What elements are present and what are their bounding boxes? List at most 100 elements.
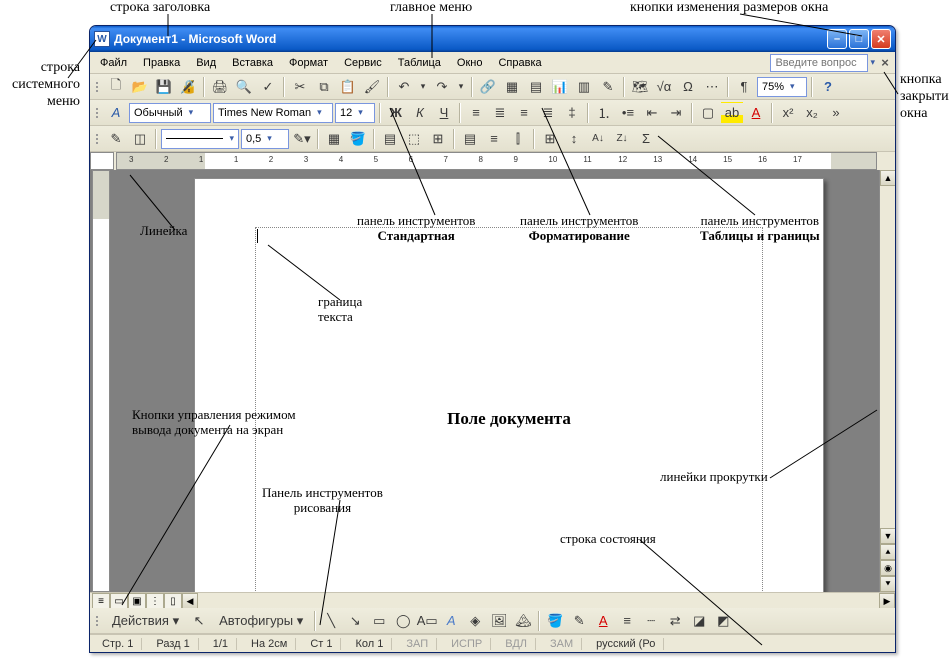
spellcheck-icon[interactable]: ✓ — [257, 76, 279, 98]
menu-window[interactable]: Окно — [449, 55, 491, 71]
bold-icon[interactable]: Ж — [385, 102, 407, 124]
outline-view-button[interactable]: ⋮ — [146, 593, 164, 609]
numbering-icon[interactable]: ⒈ — [593, 102, 615, 124]
toolbar-grip-icon[interactable] — [94, 610, 100, 632]
drawing-icon[interactable]: ✎ — [597, 76, 619, 98]
status-ovr[interactable]: ЗАМ — [542, 638, 582, 650]
status-language[interactable]: русский (Ро — [588, 638, 664, 650]
style-combo[interactable]: Обычный▾ — [129, 103, 211, 123]
print-preview-icon[interactable]: 🔍 — [233, 76, 255, 98]
arrow-icon[interactable]: ↘ — [344, 610, 366, 632]
autoshapes-menu[interactable]: Автофигуры ▾ — [212, 610, 310, 632]
insert-symbol-icon[interactable]: Ω — [677, 76, 699, 98]
scroll-track[interactable] — [880, 186, 895, 528]
menu-insert[interactable]: Вставка — [224, 55, 281, 71]
hscroll-track[interactable] — [198, 593, 879, 608]
split-cells-icon[interactable]: ⊞ — [427, 128, 449, 150]
columns-icon[interactable]: ▥ — [573, 76, 595, 98]
show-all-icon[interactable]: ⋯ — [701, 76, 723, 98]
subscript-icon[interactable]: x₂ — [801, 102, 823, 124]
scroll-down-icon[interactable]: ▼ — [880, 528, 896, 544]
redo-dropdown-icon[interactable]: ▾ — [455, 76, 467, 98]
status-ext[interactable]: ВДЛ — [497, 638, 536, 650]
line-style-icon[interactable]: ≡ — [616, 610, 638, 632]
save-icon[interactable]: 💾 — [153, 76, 175, 98]
outside-border-icon[interactable]: ▢ — [697, 102, 719, 124]
menu-format[interactable]: Формат — [281, 55, 336, 71]
more-buttons-icon[interactable]: » — [825, 102, 847, 124]
dash-style-icon[interactable]: ┈ — [640, 610, 662, 632]
menu-edit[interactable]: Правка — [135, 55, 188, 71]
document-map-icon[interactable]: 🗺 — [629, 76, 651, 98]
shadow-style-icon[interactable]: ◪ — [688, 610, 710, 632]
font-combo[interactable]: Times New Roman▾ — [213, 103, 333, 123]
decrease-indent-icon[interactable]: ⇤ — [641, 102, 663, 124]
excel-icon[interactable]: 📊 — [549, 76, 571, 98]
horizontal-scrollbar[interactable]: ◀ ▶ — [182, 593, 895, 608]
toolbar-grip-icon[interactable] — [94, 76, 100, 98]
bullets-icon[interactable]: •≡ — [617, 102, 639, 124]
fill-color-icon[interactable]: 🪣 — [544, 610, 566, 632]
draw-actions-menu[interactable]: Действия ▾ — [105, 610, 186, 632]
sort-desc-icon[interactable]: Z↓ — [611, 128, 633, 150]
wordart-icon[interactable]: A — [440, 610, 462, 632]
scroll-right-icon[interactable]: ▶ — [879, 593, 895, 609]
sort-asc-icon[interactable]: A↓ — [587, 128, 609, 150]
document-close-button[interactable]: × — [877, 55, 893, 71]
new-doc-icon[interactable]: 🗋 — [105, 76, 127, 98]
web-layout-view-button[interactable]: ▭ — [110, 593, 128, 609]
status-trk[interactable]: ИСПР — [443, 638, 491, 650]
clipart-icon[interactable]: 🖼 — [488, 610, 510, 632]
font-size-combo[interactable]: 12▾ — [335, 103, 375, 123]
align-right-icon[interactable]: ≡ — [513, 102, 535, 124]
paste-icon[interactable]: 📋 — [337, 76, 359, 98]
superscript-icon[interactable]: x² — [777, 102, 799, 124]
align-cell-icon[interactable]: ▤ — [459, 128, 481, 150]
oval-icon[interactable]: ◯ — [392, 610, 414, 632]
draw-table-icon[interactable]: ✎ — [105, 128, 127, 150]
merge-cells-icon[interactable]: ⬚ — [403, 128, 425, 150]
menu-file[interactable]: Файл — [92, 55, 135, 71]
insert-picture-icon[interactable]: 🏔 — [512, 610, 534, 632]
line-weight-combo[interactable]: 0,5▾ — [241, 129, 289, 149]
horizontal-ruler[interactable]: 3211234567891011121314151617 — [116, 152, 877, 170]
paragraph-marks-icon[interactable]: ¶ — [733, 76, 755, 98]
menu-table[interactable]: Таблица — [390, 55, 449, 71]
status-rec[interactable]: ЗАП — [398, 638, 437, 650]
toolbar-grip-icon[interactable] — [94, 128, 100, 150]
undo-dropdown-icon[interactable]: ▾ — [417, 76, 429, 98]
text-direction-icon[interactable]: ↕ — [563, 128, 585, 150]
ask-question-input[interactable] — [770, 54, 868, 72]
next-page-icon[interactable]: ⯆ — [880, 576, 896, 592]
distribute-rows-icon[interactable]: ≡ — [483, 128, 505, 150]
line-spacing-icon[interactable]: ‡ — [561, 102, 583, 124]
hyperlink-icon[interactable]: 🔗 — [477, 76, 499, 98]
normal-view-button[interactable]: ≡ — [92, 593, 110, 609]
increase-indent-icon[interactable]: ⇥ — [665, 102, 687, 124]
format-painter-icon[interactable]: 🖌 — [361, 76, 383, 98]
undo-icon[interactable]: ↶ — [393, 76, 415, 98]
permissions-icon[interactable]: 🔏 — [177, 76, 199, 98]
italic-icon[interactable]: К — [409, 102, 431, 124]
border-color-icon[interactable]: ✎▾ — [291, 128, 313, 150]
line-style-combo[interactable]: ▾ — [161, 129, 239, 149]
print-layout-view-button[interactable]: ▣ — [128, 593, 146, 609]
menu-help[interactable]: Справка — [490, 55, 549, 71]
line-icon[interactable]: ╲ — [320, 610, 342, 632]
highlight-icon[interactable]: ab — [721, 102, 743, 124]
vertical-scrollbar[interactable]: ▲ ▼ ⯅ ◉ ⯆ — [879, 170, 895, 592]
minimize-button[interactable]: – — [827, 29, 847, 49]
prev-page-icon[interactable]: ⯅ — [880, 544, 896, 560]
zoom-combo[interactable]: 75%▾ — [757, 77, 807, 97]
insert-table-icon[interactable]: ▤ — [525, 76, 547, 98]
browse-object-icon[interactable]: ◉ — [880, 560, 896, 576]
menu-view[interactable]: Вид — [188, 55, 224, 71]
help-icon[interactable]: ? — [817, 76, 839, 98]
cut-icon[interactable]: ✂ — [289, 76, 311, 98]
tables-borders-icon[interactable]: ▦ — [501, 76, 523, 98]
toolbar-grip-icon[interactable] — [94, 102, 100, 124]
close-window-button[interactable]: ✕ — [871, 29, 891, 49]
text-box-icon[interactable]: A▭ — [416, 610, 438, 632]
table-autoformat-icon[interactable]: ⊞ — [539, 128, 561, 150]
underline-icon[interactable]: Ч — [433, 102, 455, 124]
